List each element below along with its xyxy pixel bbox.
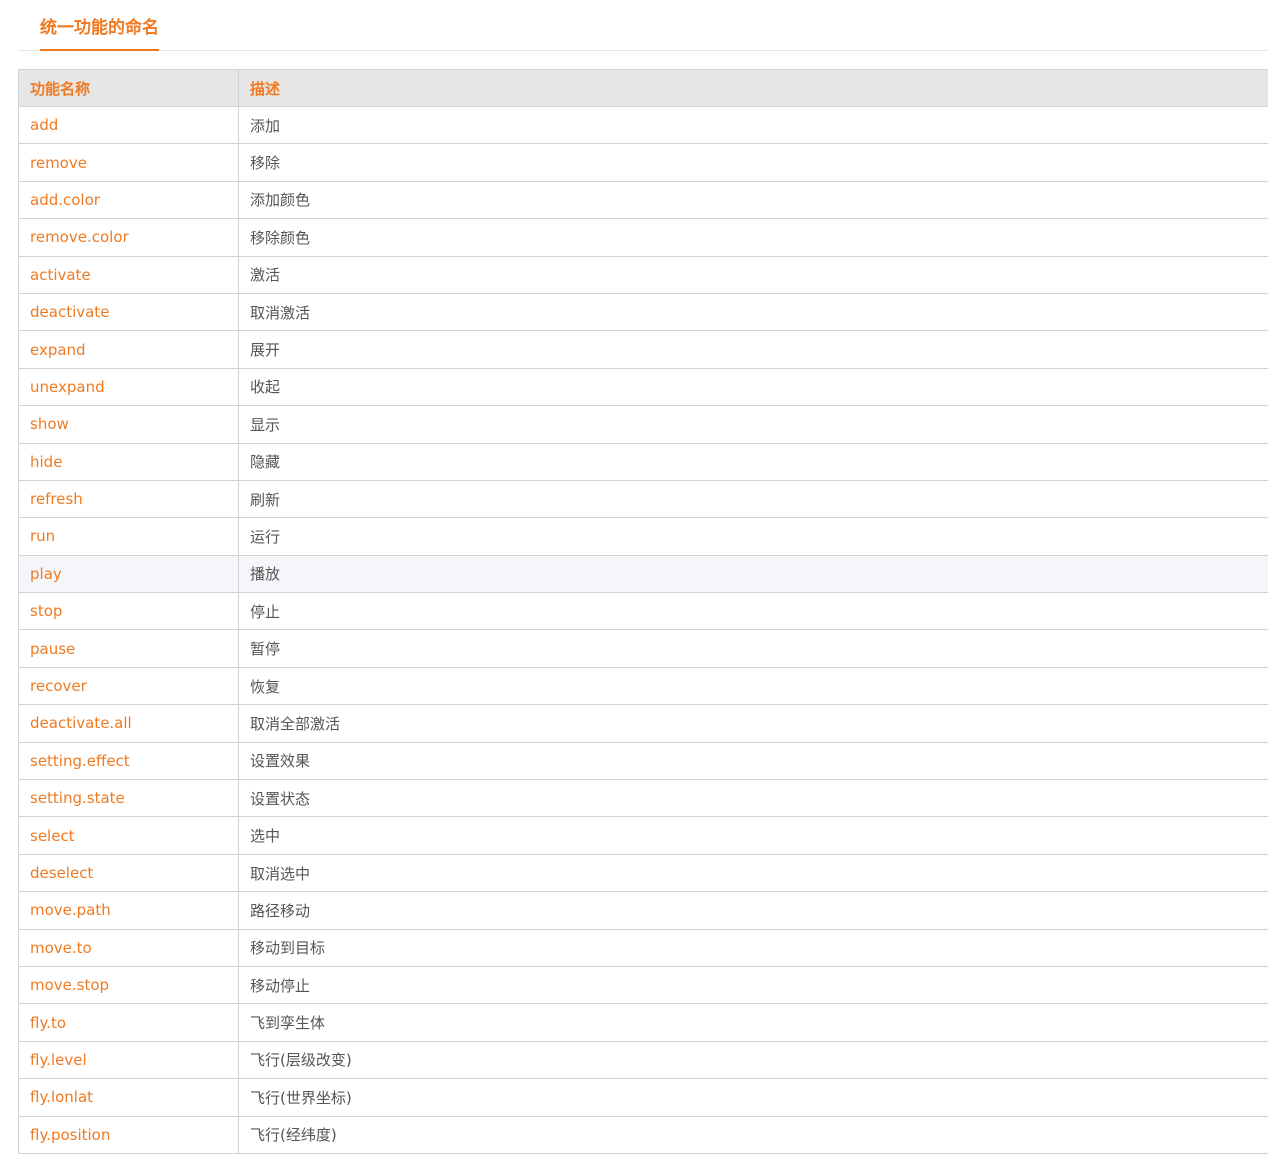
table-row: fly.level 飞行(层级改变) xyxy=(18,1040,1268,1080)
function-name-cell: activate xyxy=(18,255,239,294)
description-cell: 飞行(层级改变) xyxy=(238,1040,1268,1080)
function-name-cell: add.color xyxy=(18,180,239,220)
description-cell: 隐藏 xyxy=(238,442,1268,481)
table-row: deactivate 取消激活 xyxy=(18,292,1268,332)
function-name-cell: setting.state xyxy=(18,779,239,818)
function-name-cell: fly.level xyxy=(18,1040,239,1080)
table-row: expand 展开 xyxy=(18,330,1268,369)
tab-function-naming[interactable]: 统一功能的命名 xyxy=(40,17,159,51)
description-cell: 展开 xyxy=(238,330,1268,369)
table-row: add.color 添加颜色 xyxy=(18,180,1268,220)
function-name-cell: pause xyxy=(18,629,239,668)
table-row: remove 移除 xyxy=(18,143,1268,182)
function-name-cell: deactivate xyxy=(18,292,239,332)
description-cell: 暂停 xyxy=(238,629,1268,668)
header-description: 描述 xyxy=(238,69,1268,107)
table-row: move.path 路径移动 xyxy=(18,891,1268,930)
description-cell: 飞行(世界坐标) xyxy=(238,1078,1268,1117)
table-row: hide 隐藏 xyxy=(18,442,1268,481)
table-row: stop 停止 xyxy=(18,592,1268,631)
page: 统一功能的命名 功能名称 描述 add 添加 remove 移除 add.color 添加… xyxy=(0,0,1268,1160)
description-cell: 飞到孪生体 xyxy=(238,1003,1268,1042)
description-cell: 激活 xyxy=(238,255,1268,294)
description-cell: 移除颜色 xyxy=(238,218,1268,257)
function-name-cell: refresh xyxy=(18,479,239,519)
table-row: pause 暂停 xyxy=(18,629,1268,668)
function-name-cell: hide xyxy=(18,442,239,481)
function-name-cell: deselect xyxy=(18,853,239,893)
table-row: fly.lonlat 飞行(世界坐标) xyxy=(18,1078,1268,1117)
function-name-cell: recover xyxy=(18,666,239,706)
table-row: move.stop 移动停止 xyxy=(18,965,1268,1005)
description-cell: 添加颜色 xyxy=(238,180,1268,220)
table-row: remove.color 移除颜色 xyxy=(18,218,1268,257)
table-row: deactivate.all 取消全部激活 xyxy=(18,704,1268,743)
description-cell: 添加 xyxy=(238,105,1268,145)
naming-table: 功能名称 描述 add 添加 remove 移除 add.color 添加颜色 remove… xyxy=(18,69,1268,1154)
description-cell: 选中 xyxy=(238,816,1268,855)
function-name-cell: deactivate.all xyxy=(18,704,239,743)
description-cell: 恢复 xyxy=(238,666,1268,706)
table-row: setting.effect 设置效果 xyxy=(18,741,1268,781)
description-cell: 显示 xyxy=(238,405,1268,444)
table-row: show 显示 xyxy=(18,405,1268,444)
description-cell: 取消选中 xyxy=(238,853,1268,893)
header-function-name: 功能名称 xyxy=(18,69,239,107)
table-row: add 添加 xyxy=(18,105,1268,145)
function-name-cell: remove.color xyxy=(18,218,239,257)
description-cell: 设置状态 xyxy=(238,779,1268,818)
table-row: fly.to 飞到孪生体 xyxy=(18,1003,1268,1042)
function-name-cell: select xyxy=(18,816,239,855)
description-cell: 取消激活 xyxy=(238,292,1268,332)
function-name-cell: move.to xyxy=(18,928,239,967)
table-row: select 选中 xyxy=(18,816,1268,855)
function-name-cell: remove xyxy=(18,143,239,182)
function-name-cell: stop xyxy=(18,592,239,631)
table-row: move.to 移动到目标 xyxy=(18,928,1268,967)
function-name-cell: run xyxy=(18,517,239,556)
table-row: recover 恢复 xyxy=(18,666,1268,706)
description-cell: 设置效果 xyxy=(238,741,1268,781)
function-name-cell: add xyxy=(18,105,239,145)
description-cell: 路径移动 xyxy=(238,891,1268,930)
naming-table-container: 功能名称 描述 add 添加 remove 移除 add.color 添加颜色 remove… xyxy=(18,69,1268,1154)
function-name-cell: expand xyxy=(18,330,239,369)
table-row: activate 激活 xyxy=(18,255,1268,294)
function-name-cell: unexpand xyxy=(18,367,239,407)
description-cell: 移动到目标 xyxy=(238,928,1268,967)
function-name-cell: fly.position xyxy=(18,1115,239,1154)
table-row: run 运行 xyxy=(18,517,1268,556)
tab-bar: 统一功能的命名 xyxy=(18,0,1268,51)
function-name-cell: show xyxy=(18,405,239,444)
description-cell: 停止 xyxy=(238,592,1268,631)
function-name-cell: setting.effect xyxy=(18,741,239,781)
function-name-cell: move.stop xyxy=(18,965,239,1005)
description-cell: 取消全部激活 xyxy=(238,704,1268,743)
description-cell: 运行 xyxy=(238,517,1268,556)
table-row: refresh 刷新 xyxy=(18,479,1268,519)
table-row: unexpand 收起 xyxy=(18,367,1268,407)
description-cell: 移除 xyxy=(238,143,1268,182)
description-cell: 刷新 xyxy=(238,479,1268,519)
description-cell: 飞行(经纬度) xyxy=(238,1115,1268,1154)
table-row: fly.position 飞行(经纬度) xyxy=(18,1115,1268,1154)
description-cell: 播放 xyxy=(238,554,1268,594)
table-header-row: 功能名称 描述 xyxy=(18,69,1268,107)
function-name-cell: move.path xyxy=(18,891,239,930)
table-row: deselect 取消选中 xyxy=(18,853,1268,893)
table-body: add 添加 remove 移除 add.color 添加颜色 remove.color 移除… xyxy=(18,105,1268,1154)
function-name-cell: fly.lonlat xyxy=(18,1078,239,1117)
description-cell: 移动停止 xyxy=(238,965,1268,1005)
table-row: setting.state 设置状态 xyxy=(18,779,1268,818)
function-name-cell: play xyxy=(18,554,239,594)
function-name-cell: fly.to xyxy=(18,1003,239,1042)
table-row: play 播放 xyxy=(18,554,1268,594)
description-cell: 收起 xyxy=(238,367,1268,407)
